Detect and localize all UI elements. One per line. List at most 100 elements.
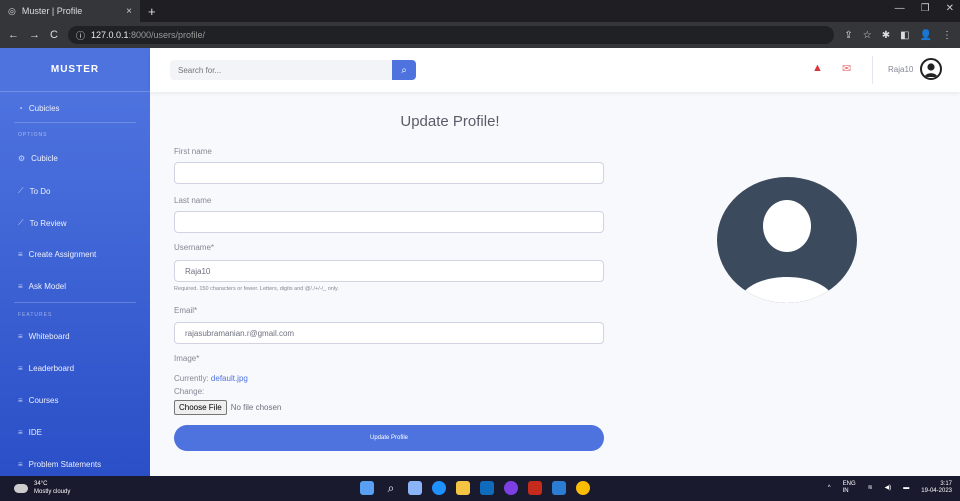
- username-label: Username*: [174, 243, 215, 252]
- current-image-link[interactable]: default.jpg: [211, 374, 248, 383]
- sidebar-item-label: Cubicle: [31, 154, 58, 163]
- new-tab-icon[interactable]: +: [148, 4, 156, 19]
- first-name-field[interactable]: [174, 162, 604, 184]
- sidebar-item-create-assignment[interactable]: ≡ Create Assignment: [18, 250, 96, 259]
- cloud-icon: [14, 483, 28, 493]
- sidebar-item-to-do[interactable]: ⟋ To Do: [18, 186, 51, 196]
- edge-icon[interactable]: [432, 481, 446, 495]
- sidebar-divider: [14, 122, 136, 123]
- wrench-icon: ⟋: [18, 218, 24, 227]
- tab-title: Muster | Profile: [21, 6, 83, 16]
- sidebar-item-label: Whiteboard: [28, 332, 70, 341]
- start-icon[interactable]: [360, 481, 374, 495]
- minimize-icon[interactable]: —: [895, 3, 905, 14]
- battery-icon[interactable]: ▬: [903, 485, 909, 492]
- search-button[interactable]: ⌕: [392, 60, 416, 80]
- change-label: Change:: [174, 387, 205, 396]
- sidebar-item-leaderboard[interactable]: ≡ Leaderboard: [18, 364, 74, 373]
- sidebar-item-label: Courses: [28, 396, 59, 405]
- messages-icon[interactable]: ✉: [842, 62, 858, 76]
- sidebar-item-to-review[interactable]: ⟋ To Review: [18, 218, 67, 228]
- sidebar-item-label: Ask Model: [28, 282, 67, 291]
- page-title: Update Profile!: [400, 113, 500, 130]
- list-icon: ≡: [18, 460, 23, 469]
- back-icon[interactable]: ←: [8, 29, 19, 41]
- close-window-icon[interactable]: ✕: [946, 3, 954, 14]
- browser-tab[interactable]: ◎ Muster | Profile ×: [0, 0, 140, 22]
- last-name-field[interactable]: [174, 211, 604, 233]
- first-name-label: First name: [174, 147, 212, 156]
- sidebar-item-label: To Do: [29, 186, 51, 196]
- clock-time: 3:17: [940, 481, 952, 487]
- update-profile-button[interactable]: Update Profile: [174, 425, 604, 451]
- sidebar-heading: Options: [18, 132, 48, 138]
- file-explorer-icon[interactable]: [456, 481, 470, 495]
- user-avatar-icon[interactable]: [920, 58, 942, 80]
- image-label: Image*: [174, 354, 200, 363]
- url-host: 127.0.0.1: [90, 30, 129, 40]
- sidebar-item-cubicle[interactable]: ⚙ Cubicle: [18, 154, 58, 163]
- profile-icon[interactable]: 👤: [920, 30, 932, 41]
- sidebar-item-cubicles[interactable]: ◔ Cubicles: [18, 104, 60, 113]
- weather-widget[interactable]: 34°C Mostly cloudy: [14, 480, 70, 496]
- sidebar-brand[interactable]: MUSTER: [0, 48, 150, 92]
- list-icon: ≡: [18, 428, 23, 437]
- bookmark-star-icon[interactable]: ☆: [863, 30, 872, 41]
- sidebar-item-whiteboard[interactable]: ≡ Whiteboard: [18, 332, 70, 341]
- maximize-icon[interactable]: ❐: [921, 3, 930, 14]
- list-icon: ≡: [18, 282, 23, 291]
- wifi-icon[interactable]: ≋: [868, 485, 873, 492]
- chevron-up-icon[interactable]: ^: [828, 485, 831, 492]
- address-bar[interactable]: ⓘ 127.0.0.1:8000/users/profile/: [67, 26, 835, 44]
- sidebar-item-problem-statements[interactable]: ≡ Problem Statements: [18, 460, 101, 469]
- task-view-icon[interactable]: [408, 481, 422, 495]
- sidebar-item-label: Cubicles: [28, 104, 60, 113]
- list-icon: ≡: [18, 364, 23, 373]
- email-field[interactable]: rajasubramanian.r@gmail.com: [174, 322, 604, 344]
- search-icon: ⌕: [401, 64, 407, 76]
- username-field[interactable]: Raja10: [174, 260, 604, 282]
- clock[interactable]: 3:17 19-04-2023: [921, 481, 952, 495]
- url-path: :8000/users/profile/: [128, 30, 206, 40]
- language-indicator[interactable]: ENG IN: [843, 481, 856, 495]
- system-tray: ^ ENG IN ≋ ◀) ▬ 3:17 19-04-2023: [828, 481, 952, 495]
- tab-favicon-icon: ◎: [8, 5, 16, 16]
- choose-file-button[interactable]: Choose File: [174, 400, 227, 415]
- currently-label: Currently:: [174, 374, 209, 383]
- reload-icon[interactable]: C: [50, 29, 58, 41]
- info-icon: ⓘ: [75, 30, 85, 41]
- app-icon[interactable]: [504, 481, 518, 495]
- chrome-icon[interactable]: [576, 481, 590, 495]
- weather-desc: Mostly cloudy: [34, 489, 71, 495]
- topbar-username[interactable]: Raja10: [888, 65, 913, 74]
- list-icon: ≡: [18, 332, 23, 341]
- vscode-icon[interactable]: [552, 481, 566, 495]
- list-icon: ≡: [18, 396, 23, 405]
- app-icon[interactable]: [528, 481, 542, 495]
- search-icon[interactable]: ⌕: [384, 481, 398, 495]
- clock-date: 19-04-2023: [921, 488, 952, 494]
- menu-icon[interactable]: ⋮: [942, 30, 952, 41]
- sidebar-toggle-icon[interactable]: ◧: [900, 30, 909, 41]
- forward-icon[interactable]: →: [29, 29, 40, 41]
- dashboard-icon: ◔: [18, 104, 23, 113]
- taskbar-apps: ⌕: [360, 481, 590, 495]
- sidebar-item-courses[interactable]: ≡ Courses: [18, 396, 58, 405]
- last-name-label: Last name: [174, 196, 212, 205]
- search-input[interactable]: [170, 60, 392, 80]
- sidebar-item-ide[interactable]: ≡ IDE: [18, 428, 42, 437]
- browser-tab-bar: ◎ Muster | Profile × + — ❐ ✕: [0, 0, 960, 22]
- weather-temp: 34°C: [34, 481, 48, 487]
- extensions-icon[interactable]: ✱: [882, 30, 890, 41]
- share-icon[interactable]: ⇪: [844, 30, 852, 41]
- gear-icon: ⚙: [18, 154, 26, 163]
- alerts-bell-icon[interactable]: ▲: [812, 62, 828, 76]
- sidebar-item-label: Problem Statements: [28, 460, 102, 469]
- volume-icon[interactable]: ◀): [885, 485, 892, 492]
- sidebar-item-ask-model[interactable]: ≡ Ask Model: [18, 282, 66, 291]
- file-input: Choose File No file chosen: [174, 400, 281, 415]
- sidebar-item-label: Create Assignment: [28, 250, 97, 259]
- sidebar-item-label: Leaderboard: [28, 364, 75, 373]
- store-icon[interactable]: [480, 481, 494, 495]
- tab-close-icon[interactable]: ×: [126, 6, 132, 17]
